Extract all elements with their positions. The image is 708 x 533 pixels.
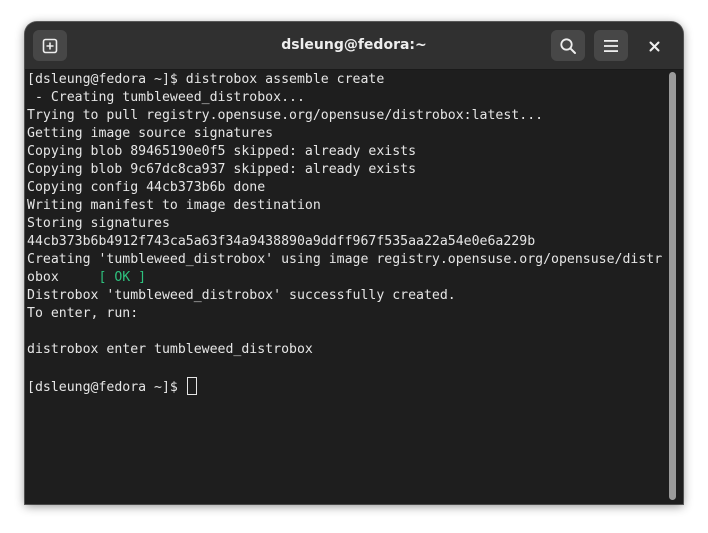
terminal-line: Writing manifest to image destination xyxy=(27,198,321,213)
ok-status: [ OK ] xyxy=(98,270,147,285)
prompt-line: [dsleung@fedora ~]$ xyxy=(27,377,197,395)
scrollbar-thumb[interactable] xyxy=(669,72,676,500)
terminal-output[interactable]: [dsleung@fedora ~]$ distrobox assemble c… xyxy=(27,70,665,504)
terminal-line: Creating 'tumbleweed_distrobox' using im… xyxy=(27,252,663,267)
terminal-line: [dsleung@fedora ~]$ distrobox assemble c… xyxy=(27,72,385,87)
hamburger-menu-icon xyxy=(604,39,618,52)
terminal-line: Storing signatures xyxy=(27,216,170,231)
terminal-line: Copying blob 9c67dc8ca937 skipped: alrea… xyxy=(27,162,417,177)
text-cursor xyxy=(186,377,197,395)
terminal-line: To enter, run: xyxy=(27,306,139,321)
new-tab-button[interactable] xyxy=(33,30,67,61)
shell-prompt: [dsleung@fedora ~]$ xyxy=(27,380,186,395)
new-tab-icon xyxy=(42,38,58,53)
terminal-line: distrobox enter tumbleweed_distrobox xyxy=(27,342,313,357)
terminal-line: Trying to pull registry.opensuse.org/ope… xyxy=(27,108,544,123)
terminal-line: Copying blob 89465190e0f5 skipped: alrea… xyxy=(27,144,417,159)
terminal-window: dsleung@fedora:~ [dsleung@fedora ~]$ dis… xyxy=(25,22,683,504)
terminal-line: 44cb373b6b4912f743ca5a63f34a9438890a9ddf… xyxy=(27,234,536,249)
close-button[interactable] xyxy=(641,33,667,59)
close-icon xyxy=(649,41,659,51)
vertical-scrollbar[interactable] xyxy=(667,72,677,500)
terminal-line-wrapped: obox [ OK ] xyxy=(27,269,146,287)
search-button[interactable] xyxy=(551,30,585,61)
headerbar: dsleung@fedora:~ xyxy=(25,22,683,70)
main-menu-button[interactable] xyxy=(594,30,628,61)
terminal-line: - Creating tumbleweed_distrobox... xyxy=(27,90,305,105)
terminal-line: Getting image source signatures xyxy=(27,126,274,141)
terminal-line: Copying config 44cb373b6b done xyxy=(27,180,266,195)
terminal-line: Distrobox 'tumbleweed_distrobox' success… xyxy=(27,288,456,303)
search-icon xyxy=(560,37,576,54)
terminal-line-text: obox xyxy=(27,270,99,285)
